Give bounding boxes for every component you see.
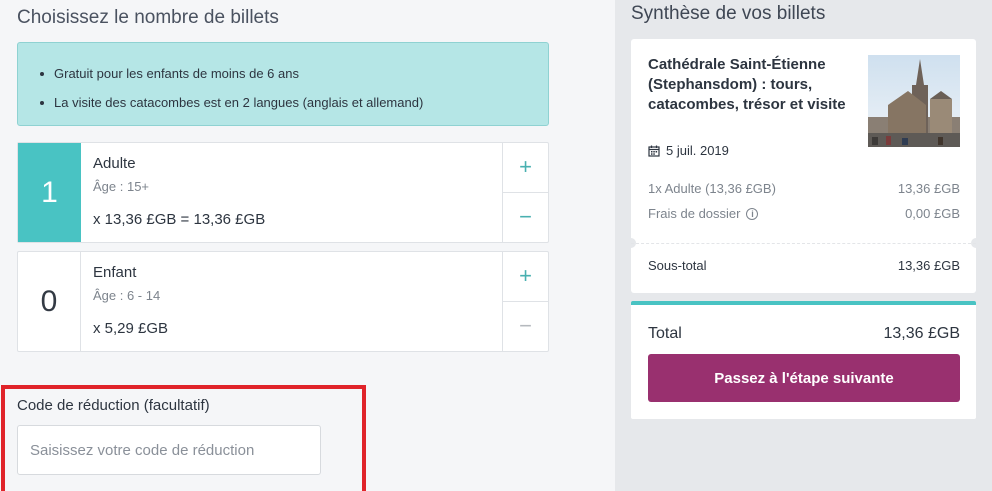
total-card: Total 13,36 £GB Passez à l'étape suivant…: [631, 301, 976, 419]
ticket-age: Âge : 15+: [93, 179, 150, 194]
calendar-icon: [648, 145, 660, 157]
ticket-count: 1: [18, 143, 81, 242]
total-value: 13,36 £GB: [883, 325, 961, 342]
line-label: 1x Adulte (13,36 £GB): [648, 181, 776, 196]
ticket-price: x 13,36 £GB = 13,36 £GB: [93, 211, 266, 228]
subtotal-label: Sous-total: [648, 258, 707, 273]
quantity-stepper: + −: [502, 143, 548, 242]
summary-card: Cathédrale Saint-Étienne (Stephansdom) :…: [626, 39, 981, 293]
summary-panel: Synthèse de vos billets Cathédrale Saint…: [615, 0, 992, 491]
line-label-wrap: Frais de dossier i: [648, 206, 759, 221]
info-item: Gratuit pour les enfants de moins de 6 a…: [40, 59, 548, 88]
divider: [631, 243, 976, 244]
total-row: Total 13,36 £GB: [648, 325, 960, 343]
promo-code-label: Code de réduction (facultatif): [17, 397, 210, 414]
product-thumbnail: [868, 55, 960, 147]
quantity-stepper: + −: [502, 252, 548, 351]
info-item: La visite des catacombes est en 2 langue…: [40, 88, 548, 117]
info-box: Gratuit pour les enfants de moins de 6 a…: [17, 42, 549, 126]
summary-line: 1x Adulte (13,36 £GB) 13,36 £GB: [648, 181, 960, 196]
tickets-title: Choisissez le nombre de billets: [17, 7, 279, 28]
line-label: Frais de dossier: [648, 206, 741, 221]
increment-button[interactable]: +: [503, 252, 548, 302]
line-value: 0,00 £GB: [905, 206, 960, 221]
decrement-button[interactable]: −: [503, 193, 548, 243]
product-name: Cathédrale Saint-Étienne (Stephansdom) :…: [648, 56, 846, 113]
ticket-price: x 5,29 £GB: [93, 320, 169, 337]
ticket-name: Enfant: [93, 264, 137, 281]
subtotal-row: Sous-total 13,36 £GB: [648, 258, 960, 273]
subtotal-value: 13,36 £GB: [897, 258, 960, 273]
summary-line: Frais de dossier i 0,00 £GB: [648, 206, 960, 221]
promo-code-input[interactable]: [17, 425, 321, 475]
ticket-count: 0: [18, 252, 81, 351]
summary-title: Synthèse de vos billets: [631, 3, 826, 24]
total-label: Total: [648, 325, 682, 342]
next-step-button[interactable]: Passez à l'étape suivante: [648, 354, 960, 402]
increment-button[interactable]: +: [503, 143, 548, 193]
ticket-row-child: 0 Enfant Âge : 6 - 14 x 5,29 £GB + −: [17, 251, 549, 352]
promo-code-section: Code de réduction (facultatif): [1, 385, 366, 491]
line-value: 13,36 £GB: [897, 181, 960, 196]
tickets-panel: Choisissez le nombre de billets Gratuit …: [0, 0, 615, 491]
ticket-name: Adulte: [93, 155, 136, 172]
visit-date: 5 juil. 2019: [648, 143, 729, 158]
visit-date-text: 5 juil. 2019: [666, 143, 729, 158]
ticket-age: Âge : 6 - 14: [93, 288, 161, 303]
info-icon[interactable]: i: [746, 207, 759, 220]
decrement-button[interactable]: −: [503, 302, 548, 352]
ticket-row-adult: 1 Adulte Âge : 15+ x 13,36 £GB = 13,36 £…: [17, 142, 549, 243]
